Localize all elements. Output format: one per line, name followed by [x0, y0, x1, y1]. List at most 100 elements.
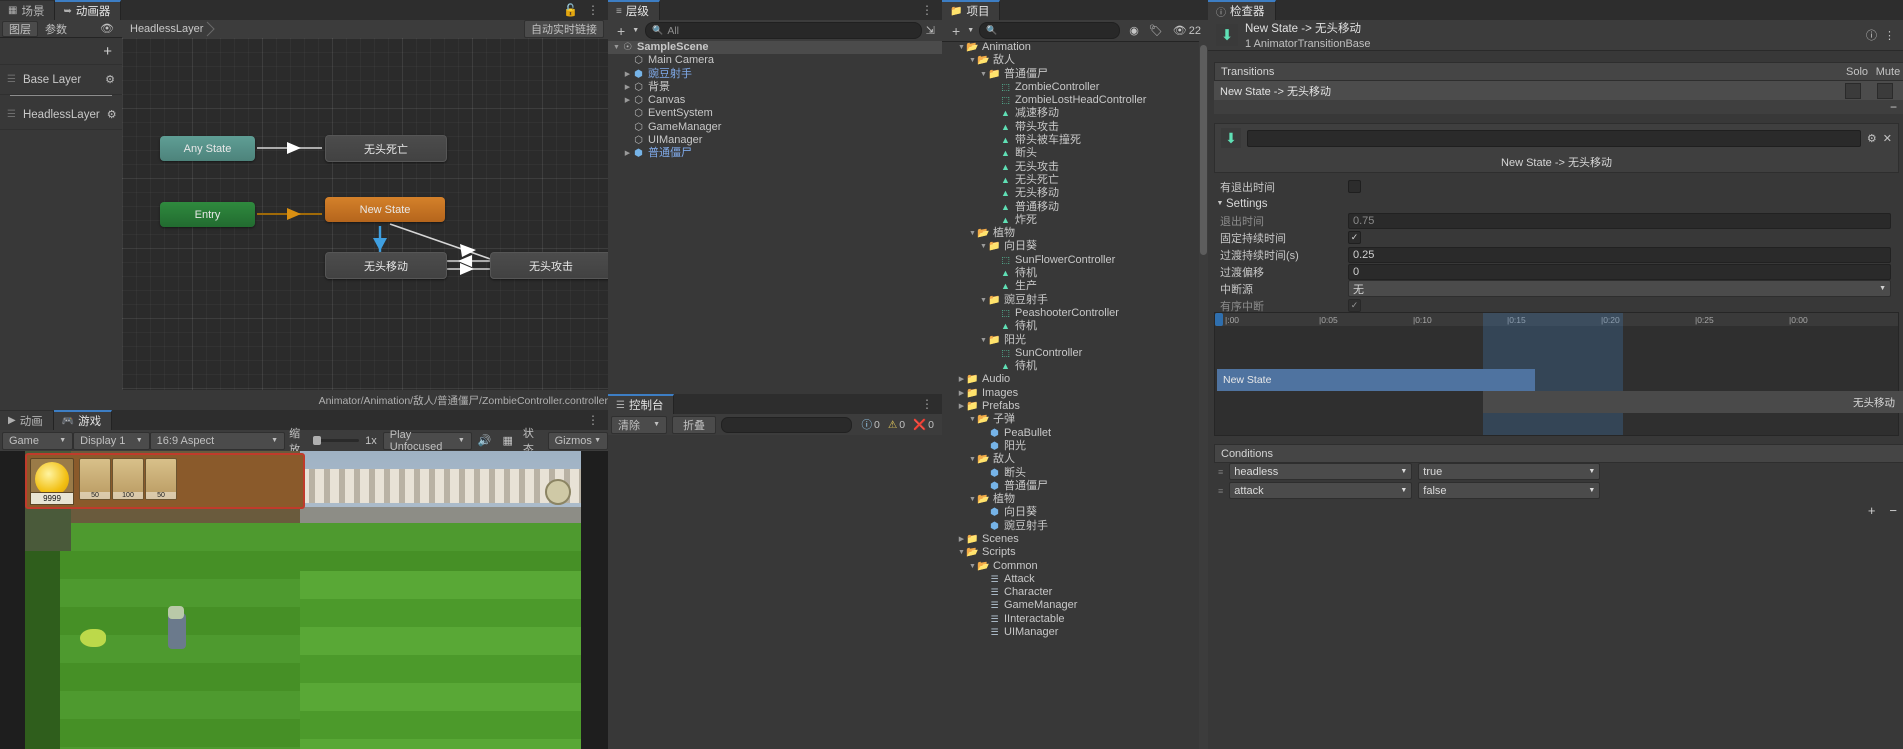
project-scrollbar[interactable] [1199, 41, 1208, 749]
tree-item[interactable]: ▶ ⬢ 豌豆射手 [608, 68, 942, 81]
property-dropdown[interactable]: 无 ▼ [1348, 280, 1891, 297]
tree-item[interactable]: ☰ UIManager [942, 626, 1199, 639]
kebab-menu-icon[interactable]: ⋮ [1884, 29, 1895, 42]
chevron-down-icon[interactable]: ▼ [979, 240, 988, 253]
tree-item[interactable]: ⬢ 向日葵 [942, 506, 1199, 519]
tab-animation[interactable]: ▶ 动画 [0, 411, 54, 430]
chevron-down-icon[interactable]: ▼ [968, 54, 977, 67]
tree-item[interactable]: ▲ 炸死 [942, 214, 1199, 227]
chevron-down-icon[interactable]: ▼ [979, 68, 988, 81]
tab-console[interactable]: ☰ 控制台 [608, 394, 675, 414]
clear-console-button[interactable]: 清除 ▼ [611, 415, 667, 434]
condition-value-dropdown[interactable]: false ▼ [1418, 482, 1601, 499]
seed-packet-3[interactable]: 50 [145, 458, 177, 500]
tree-item[interactable]: ☰ Attack [942, 573, 1199, 586]
chevron-down-icon[interactable]: ▼ [968, 413, 977, 426]
tree-item[interactable]: ⬡ EventSystem [608, 107, 942, 120]
tree-item[interactable]: ▲ 普通移动 [942, 201, 1199, 214]
console-info-count[interactable]: ⓘ 0 [857, 417, 883, 432]
animator-state-graph[interactable]: Any State 无头死亡 Entry New State 无头移动 无头攻击 [122, 38, 612, 390]
timeline-playhead[interactable] [1215, 313, 1223, 326]
kebab-menu-icon[interactable]: ⋮ [587, 3, 599, 17]
gizmos-dropdown[interactable]: Gizmos ▼ [547, 431, 608, 450]
kebab-menu-icon[interactable]: ⋮ [921, 3, 933, 17]
console-warning-count[interactable]: ⚠ 0 [884, 419, 909, 431]
tree-item[interactable]: ⬡ GameManager [608, 121, 942, 134]
tree-item[interactable]: ▲ 无头死亡 [942, 174, 1199, 187]
tree-item[interactable]: ▼ 📂 子弹 [942, 413, 1199, 426]
scale-slider[interactable] [312, 436, 360, 445]
tree-item[interactable]: ▼ 📂 敌人 [942, 54, 1199, 67]
add-condition-button[interactable]: + [1868, 503, 1876, 518]
chevron-right-icon[interactable]: ▶ [957, 533, 966, 546]
state-node-any-state[interactable]: Any State [160, 136, 255, 161]
layer-item-base[interactable]: ☰ Base Layer ⚙ [0, 65, 122, 95]
remove-condition-button[interactable]: − [1889, 503, 1897, 518]
tree-item[interactable]: ▶ ⬡ Canvas [608, 94, 942, 107]
property-field[interactable]: 0.75 [1348, 212, 1891, 229]
subtab-parameters[interactable]: 参数 [38, 21, 74, 37]
tree-item[interactable]: ⬚ SunFlowerController [942, 254, 1199, 267]
settings-foldout[interactable]: ▼ Settings [1214, 195, 1897, 212]
tree-item[interactable]: ▶ ⬢ 普通僵尸 [608, 147, 942, 160]
tree-item[interactable]: ▼ 📂 Scripts [942, 546, 1199, 559]
condition-parameter-dropdown[interactable]: attack ▼ [1229, 482, 1413, 499]
condition-parameter-dropdown[interactable]: headless ▼ [1229, 463, 1413, 480]
tree-item[interactable]: ▼ 📁 阳光 [942, 334, 1199, 347]
tree-item[interactable]: ⬚ PeashooterController [942, 307, 1199, 320]
tree-item[interactable]: ⬡ Main Camera [608, 54, 942, 67]
tab-scene[interactable]: ▦ 场景 [0, 1, 56, 20]
tree-item[interactable]: ▼ 📂 Common [942, 560, 1199, 573]
game-render-view[interactable]: 9999 50 100 50 [0, 451, 608, 749]
tree-item[interactable]: ▼ 📁 普通僵尸 [942, 68, 1199, 81]
chevron-right-icon[interactable]: ▶ [957, 400, 966, 413]
tree-item[interactable]: ▲ 待机 [942, 267, 1199, 280]
add-gameobject-button[interactable]: + [610, 22, 632, 40]
tree-item[interactable]: ▲ 带头攻击 [942, 121, 1199, 134]
tab-inspector[interactable]: ⓘ 检查器 [1208, 0, 1276, 20]
tree-item[interactable]: ⬚ ZombieController [942, 81, 1199, 94]
breadcrumb[interactable]: HeadlessLayer [122, 23, 211, 35]
tree-item[interactable]: ▼ 📂 植物 [942, 493, 1199, 506]
close-icon[interactable]: ✕ [1883, 132, 1892, 145]
tab-game[interactable]: 🎮 游戏 [53, 410, 113, 430]
tree-item[interactable]: ▲ 无头移动 [942, 187, 1199, 200]
chevron-right-icon[interactable]: ▶ [957, 387, 966, 400]
tree-item[interactable]: ▲ 无头攻击 [942, 161, 1199, 174]
tag-icon[interactable]: 🏷 [1144, 24, 1168, 37]
tree-item[interactable]: ⬢ PeaBullet [942, 427, 1199, 440]
aspect-dropdown[interactable]: 16:9 Aspect ▼ [149, 431, 286, 450]
timeline-track-source[interactable]: New State [1217, 369, 1535, 391]
scale-slider-thumb[interactable] [312, 436, 321, 445]
tree-item[interactable]: ⬚ ZombieLostHeadController [942, 94, 1199, 107]
project-tree[interactable]: ▼ 📂 Animation ▼ 📂 敌人 ▼ 📁 普通僵尸 ⬚ ZombieController ⬚ Z… [942, 41, 1199, 749]
tree-item[interactable]: ▲ 减速移动 [942, 107, 1199, 120]
chevron-down-icon[interactable]: ▼ [979, 294, 988, 307]
mute-toggle[interactable] [1877, 82, 1893, 99]
hierarchy-tree[interactable]: ▼ ☉ SampleScene ⬡ Main Camera ▶ ⬢ 豌豆射手 ▶ ⬡ 背景 ▶ ⬡ Can… [608, 41, 942, 394]
state-node-new-state[interactable]: New State [325, 197, 445, 222]
project-scrollbar-thumb[interactable] [1200, 45, 1207, 255]
chevron-right-icon[interactable]: ▶ [623, 147, 632, 160]
solo-toggle[interactable] [1845, 82, 1861, 99]
transition-name-field[interactable] [1247, 129, 1861, 147]
condition-value-dropdown[interactable]: true ▼ [1418, 463, 1601, 480]
remove-transition-button[interactable]: − [1890, 100, 1897, 114]
tree-item[interactable]: ▼ 📂 Animation [942, 41, 1199, 54]
tree-item[interactable]: ⬢ 豌豆射手 [942, 520, 1199, 533]
property-checkbox[interactable]: ✓ [1348, 231, 1361, 244]
tree-item[interactable]: ⬢ 阳光 [942, 440, 1199, 453]
tab-hierarchy[interactable]: ≡ 层级 [608, 0, 660, 20]
kebab-menu-icon[interactable]: ⋮ [587, 413, 599, 427]
chevron-down-icon[interactable]: ▼ [968, 560, 977, 573]
layers-icon[interactable]: ◉ [1124, 24, 1144, 37]
tree-item[interactable]: ▶ 📁 Scenes [942, 533, 1199, 546]
chevron-right-icon[interactable]: ▶ [623, 68, 632, 81]
seed-bank[interactable]: 9999 50 100 50 [25, 453, 305, 509]
property-checkbox[interactable]: ✓ [1348, 299, 1361, 312]
project-search-input[interactable]: 🔍 [979, 22, 1121, 39]
tree-item[interactable]: ▶ ⬡ 背景 [608, 81, 942, 94]
add-layer-button[interactable]: + [103, 43, 112, 60]
tree-item[interactable]: ▼ ☉ SampleScene [608, 41, 942, 55]
has-exit-time-checkbox[interactable] [1348, 180, 1361, 193]
